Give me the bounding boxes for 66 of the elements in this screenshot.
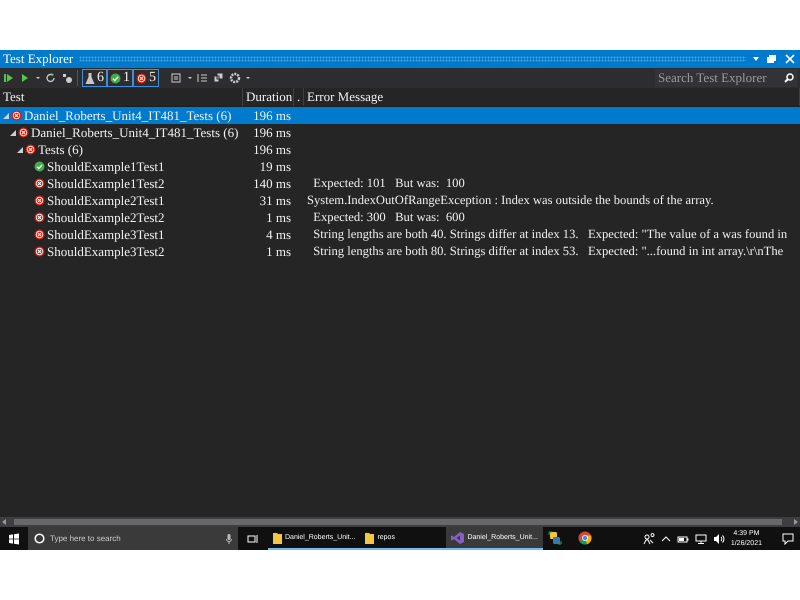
error-message: String lengths are both 80. Strings differ at index 53. Expected: "...found in int array.\r\nThe (312, 244, 784, 259)
playlist-icon[interactable] (171, 72, 183, 84)
column-header[interactable]: Test (0, 88, 243, 106)
test-row[interactable]: ShouldExample2Test2 1 ms Expected: 300 But was: 600 (0, 209, 800, 226)
column-header[interactable]: Error Message (304, 88, 800, 106)
taskbar-search-field[interactable]: Type here to search (28, 527, 238, 550)
window-title: Test Explorer (3, 51, 74, 67)
settings-icon[interactable] (229, 72, 241, 84)
scroll-right-icon[interactable] (794, 519, 798, 525)
search-input[interactable]: Type here to search (50, 534, 221, 543)
error-message: Expected: 101 But was: 100 (312, 176, 465, 191)
task-view-icon[interactable] (247, 532, 259, 544)
test-duration: 1 ms (265, 210, 291, 226)
test-name: ShouldExample2Test1 (47, 192, 165, 208)
horizontal-scrollbar[interactable] (0, 517, 800, 527)
run-all-icon[interactable] (3, 72, 15, 84)
test-duration: 19 ms (258, 158, 291, 174)
test-row[interactable]: ShouldExample2Test1 31 ms System.IndexOutOfRangeException : Index was outside the bounds of the array. (0, 192, 800, 209)
test-duration: 4 ms (265, 226, 291, 242)
error-message: System.IndexOutOfRangeException : Index was outside the bounds of the array. (307, 193, 714, 208)
test-row[interactable]: ShouldExample1Test2 140 ms Expected: 101 But was: 100 (0, 175, 800, 192)
expand-triangle-icon[interactable] (10, 130, 16, 136)
test-duration: 196 ms (252, 142, 291, 158)
test-name: ShouldExample1Test2 (47, 176, 165, 192)
test-name: Daniel_Roberts_Unit4_IT481_Tests (6) (24, 108, 232, 124)
filter-count-button[interactable]: 1 (107, 69, 133, 87)
scroll-left-icon[interactable] (2, 519, 6, 525)
monitor-icon[interactable] (694, 532, 707, 544)
search-input[interactable]: Search Test Explorer (658, 70, 784, 86)
test-row[interactable]: Daniel_Roberts_Unit4_IT481_Tests (6) 196 ms (0, 107, 800, 124)
test-row[interactable]: ShouldExample1Test1 19 ms (0, 158, 800, 175)
circle-icon (34, 533, 45, 544)
test-row[interactable]: ShouldExample3Test1 4 ms String lengths are both 40. Strings differ at index 13. Expected: "The value of a was found in (0, 226, 800, 243)
error-message: String lengths are both 40. Strings differ at index 13. Expected: "The value of a was found in (312, 227, 788, 242)
test-duration: 196 ms (252, 108, 291, 124)
column-header[interactable]: . (294, 88, 304, 106)
error-message: Expected: 300 But was: 600 (312, 210, 465, 225)
search-icon[interactable] (784, 73, 794, 83)
test-duration: 1 ms (265, 244, 291, 260)
microphone-icon[interactable] (226, 534, 232, 544)
expand-triangle-icon[interactable] (17, 146, 23, 152)
test-name: ShouldExample1Test1 (47, 158, 165, 174)
search-field[interactable]: Search Test Explorer (655, 69, 797, 87)
test-row[interactable]: Daniel_Roberts_Unit4_IT481_Tests (6) 196 ms (0, 124, 800, 141)
filter-count-button[interactable]: 5 (133, 69, 159, 87)
test-name: ShouldExample2Test2 (47, 210, 165, 226)
volume-icon[interactable] (712, 532, 725, 544)
refresh-icon[interactable] (45, 72, 57, 84)
test-name: Daniel_Roberts_Unit4_IT481_Tests (6) (31, 124, 238, 140)
test-duration: 196 ms (252, 124, 291, 140)
test-row[interactable]: Tests (6) 196 ms (0, 141, 800, 158)
column-header[interactable]: Duration (243, 88, 294, 106)
test-name: ShouldExample3Test2 (47, 244, 165, 260)
test-row[interactable]: ShouldExample3Test2 1 ms String lengths are both 80. Strings differ at index 53. Expected: "...found in int array.\r\nThe (0, 243, 800, 260)
group-icon[interactable] (197, 72, 209, 84)
test-duration: 31 ms (258, 192, 291, 208)
copy-icon[interactable] (213, 72, 225, 84)
notification-icon[interactable] (782, 532, 794, 544)
test-name: ShouldExample3Test1 (47, 226, 165, 242)
close-icon[interactable] (784, 53, 796, 65)
windows-logo-icon[interactable] (8, 532, 20, 544)
test-name: Tests (6) (38, 142, 83, 158)
people-icon[interactable] (642, 532, 655, 544)
restore-icon[interactable] (766, 53, 778, 65)
filter-count-button[interactable]: 6 (82, 69, 107, 87)
test-duration: 140 ms (252, 176, 291, 192)
